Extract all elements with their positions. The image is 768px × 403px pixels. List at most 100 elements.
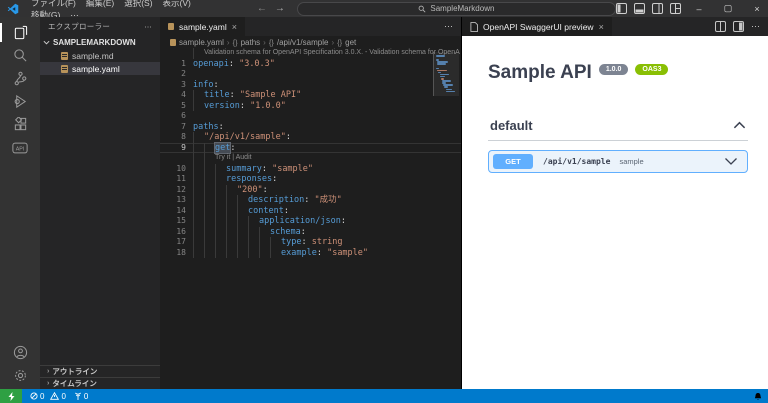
line-number: 6: [181, 111, 186, 120]
object-symbol-icon: {}: [337, 37, 343, 47]
tab-label: OpenAPI SwaggerUI preview: [483, 21, 594, 32]
nav-forward-button[interactable]: →: [275, 3, 285, 14]
timeline-section[interactable]: › タイムライン: [40, 377, 160, 389]
breadcrumb-item-paths[interactable]: paths: [241, 38, 261, 47]
indent-guide: [248, 237, 259, 248]
indent-guide: [237, 247, 248, 258]
tab-sample-yaml[interactable]: sample.yaml ×: [160, 17, 245, 36]
customize-layout-icon[interactable]: [670, 3, 681, 14]
codelens-link[interactable]: Validation schema for OpenAPI Specificat…: [204, 48, 460, 59]
chevron-down-icon[interactable]: [724, 157, 738, 166]
nav-back-button[interactable]: ←: [257, 3, 267, 14]
editor-more-actions[interactable]: ⋯: [444, 21, 453, 32]
markdown-file-icon: [61, 51, 68, 60]
account-icon[interactable]: [0, 341, 40, 364]
close-tab-icon[interactable]: ×: [232, 22, 237, 32]
code-line: 7 paths:: [160, 122, 461, 133]
tab-swagger-preview[interactable]: OpenAPI SwaggerUI preview ×: [462, 17, 612, 36]
indent-guide: [193, 90, 204, 101]
code-line: 4 title: "Sample API": [160, 90, 461, 101]
line-number: 14: [176, 205, 186, 215]
operation-get-row[interactable]: GET /api/v1/sample sample: [488, 150, 748, 173]
maximize-button[interactable]: ▢: [717, 0, 739, 17]
line-number: 5: [181, 100, 186, 110]
search-sidebar-icon[interactable]: [0, 44, 40, 67]
menu-item[interactable]: 編集(E): [81, 0, 119, 9]
line-number: 7: [181, 121, 186, 131]
indent-guide: [193, 184, 204, 195]
code-token: version: [204, 100, 240, 111]
code-line: 5 version: "1.0.0": [160, 100, 461, 111]
code-line: 13 description: "成功": [160, 195, 461, 206]
outline-section[interactable]: › アウトライン: [40, 365, 160, 377]
menu-item[interactable]: 表示(V): [158, 0, 196, 9]
yaml-file-icon: [170, 38, 176, 46]
file-sample-yaml[interactable]: sample.yaml: [40, 62, 160, 75]
tag-section-default[interactable]: default: [488, 118, 748, 133]
breadcrumb-item-file[interactable]: sample.yaml: [179, 38, 224, 47]
toggle-panel-icon[interactable]: [634, 3, 645, 14]
preview-more-actions[interactable]: ⋯: [751, 21, 760, 32]
close-tab-icon[interactable]: ×: [599, 22, 604, 32]
minimap[interactable]: [433, 52, 459, 96]
indent-guide: [226, 216, 237, 227]
code-token: :: [229, 90, 240, 100]
settings-gear-icon[interactable]: [0, 364, 40, 387]
remote-indicator[interactable]: [0, 389, 22, 403]
toggle-editor-layout-icon[interactable]: [733, 21, 744, 32]
explorer-more-actions[interactable]: ⋯: [144, 22, 152, 31]
highlighted-word: get: [215, 142, 231, 153]
menu-item[interactable]: 選択(S): [119, 0, 157, 9]
code-editor[interactable]: Validation schema for OpenAPI Specificat…: [160, 48, 461, 389]
title-bar: ファイル(F) 編集(E) 選択(S) 表示(V)移動(G) ⋯ ← → SampleM…: [0, 0, 768, 20]
run-debug-icon[interactable]: [0, 90, 40, 113]
problems-indicator[interactable]: 0 0: [30, 392, 66, 401]
indent-guide: [215, 174, 226, 185]
file-sample-md[interactable]: sample.md: [40, 49, 160, 62]
toggle-primary-sidebar-icon[interactable]: [616, 3, 627, 14]
code-token: :: [239, 100, 251, 111]
minimize-button[interactable]: –: [688, 0, 710, 17]
breadcrumb-item-path[interactable]: /api/v1/sample: [277, 38, 329, 47]
chevron-down-icon: [43, 40, 50, 45]
explorer-sidebar: エクスプローラー ⋯ SAMPLEMARKDOWN sample.md samp…: [40, 17, 160, 389]
close-button[interactable]: ×: [746, 0, 768, 17]
chevron-up-icon[interactable]: [733, 121, 746, 130]
line-number: [160, 48, 193, 59]
toggle-secondary-sidebar-icon[interactable]: [652, 3, 663, 14]
line-number: 10: [176, 163, 186, 173]
indent-guide: [204, 247, 215, 258]
codelens-link[interactable]: Try it | Audit: [215, 153, 252, 164]
section-label: default: [490, 118, 533, 133]
breadcrumb-separator: ›: [263, 37, 266, 47]
code-line: 18 example: "sample": [160, 247, 461, 258]
openapi-extension-icon[interactable]: API: [0, 136, 40, 159]
extensions-icon[interactable]: [0, 113, 40, 136]
oas3-badge: OAS3: [635, 63, 669, 75]
indent-guide: [215, 184, 226, 195]
codelens-line: Validation schema for OpenAPI Specificat…: [160, 48, 461, 59]
object-symbol-icon: {}: [232, 37, 238, 47]
breadcrumb-item-get[interactable]: get: [345, 38, 356, 47]
indent-guide: [204, 216, 215, 227]
code-token: :: [283, 205, 289, 216]
ports-indicator[interactable]: 0: [74, 392, 88, 401]
menu-item[interactable]: ファイル(F): [26, 0, 81, 9]
minimap-slider[interactable]: [433, 52, 459, 96]
indent-guide: [193, 195, 204, 206]
command-center-search[interactable]: SampleMarkdown: [296, 1, 616, 16]
source-control-icon[interactable]: [0, 67, 40, 90]
file-icon: [470, 21, 478, 32]
indent-guide: [248, 226, 259, 237]
indent-guide: [215, 195, 226, 206]
split-editor-icon[interactable]: [715, 21, 726, 32]
line-number: 18: [176, 247, 186, 257]
indent-guide: [215, 163, 226, 174]
editor-tab-bar: sample.yaml × ⋯: [160, 17, 461, 36]
explorer-title: エクスプローラー: [48, 22, 111, 31]
explorer-icon[interactable]: [0, 21, 40, 44]
code-line: 9 get:: [160, 142, 461, 153]
vscode-logo-icon: [7, 3, 19, 14]
bell-icon[interactable]: [754, 392, 762, 401]
folder-samplemarkdown[interactable]: SAMPLEMARKDOWN: [40, 36, 160, 49]
